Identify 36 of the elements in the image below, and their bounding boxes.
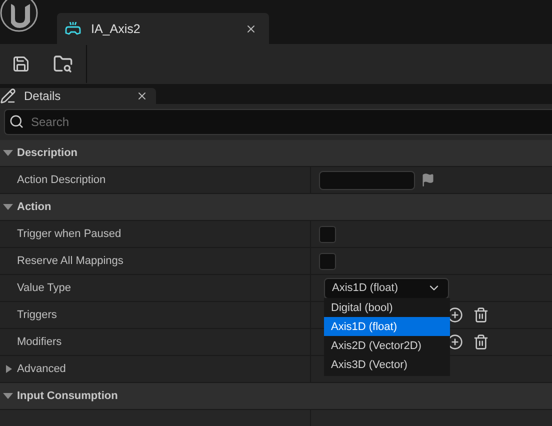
checkbox[interactable] (319, 252, 336, 270)
section-header[interactable]: Action (0, 194, 552, 221)
flag-icon[interactable] (421, 173, 435, 187)
section-header[interactable]: Description (0, 140, 552, 167)
checkbox[interactable] (319, 226, 336, 242)
dropdown-option[interactable]: Axis2D (Vector2D) (324, 336, 450, 355)
text-field[interactable] (319, 170, 415, 190)
add-button[interactable] (447, 334, 463, 350)
folder-search-icon[interactable] (53, 54, 73, 74)
pencil-icon (0, 88, 16, 104)
close-icon[interactable] (136, 90, 148, 102)
property-label: Advanced (17, 363, 66, 375)
property-label: Reserve All Mappings (17, 255, 124, 267)
property-label: Trigger when Paused (17, 228, 122, 240)
property-label: Action Description (17, 174, 106, 186)
search-icon (9, 114, 24, 129)
section-title: Description (17, 147, 78, 159)
search-field[interactable]: Search (4, 109, 552, 135)
section-header[interactable]: Input Consumption (0, 383, 552, 410)
details-tab[interactable]: Details (0, 88, 156, 104)
close-icon[interactable] (245, 22, 257, 34)
save-icon[interactable] (12, 55, 30, 73)
property-label: Triggers (17, 309, 57, 321)
delete-button[interactable] (473, 334, 489, 350)
dropdown-option[interactable]: Axis1D (float) (324, 317, 450, 336)
section-title: Action (17, 201, 52, 213)
document-tab[interactable]: IA_Axis2 (57, 13, 269, 44)
property-label: Modifiers (17, 336, 62, 348)
add-button[interactable] (447, 307, 463, 323)
delete-button[interactable] (473, 307, 489, 323)
dropdown-option[interactable]: Digital (bool) (324, 298, 450, 317)
value-type-dropdown[interactable]: Axis1D (float) (324, 278, 449, 298)
property-label: Value Type (17, 282, 72, 294)
logo-icon[interactable] (0, 0, 40, 34)
section-title: Input Consumption (17, 390, 118, 402)
dropdown-option[interactable]: Axis3D (Vector) (324, 355, 450, 374)
